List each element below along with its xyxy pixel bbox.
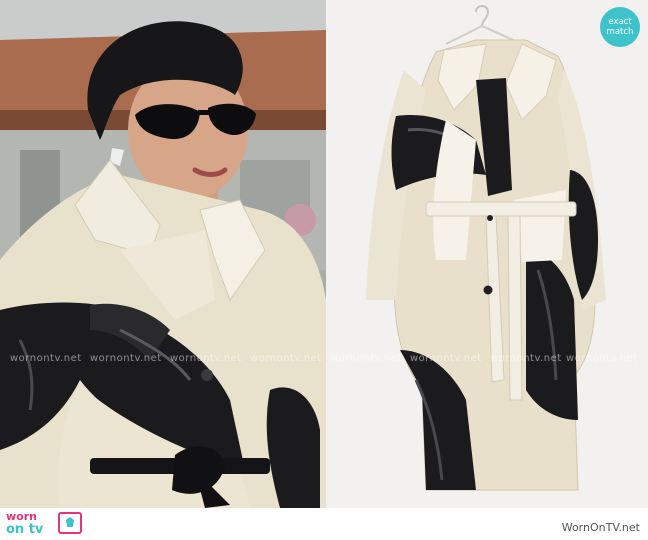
tv-still-illustration <box>0 0 326 508</box>
exact-match-line1: exact <box>608 17 632 27</box>
wornontv-logo[interactable]: worn on tv <box>4 510 84 538</box>
logo-word-ontv: on tv <box>6 522 44 537</box>
tv-dress-icon <box>58 512 82 534</box>
tv-still-photo <box>0 0 326 508</box>
exact-match-badge: exact match <box>600 7 640 47</box>
site-name: WornOnTV.net <box>561 521 640 534</box>
collage: exact match wornontv.net wornontv.net wo… <box>0 0 648 540</box>
footer-bar: worn on tv WornOnTV.net <box>0 508 648 540</box>
product-photo <box>326 0 648 508</box>
trench-coat-illustration <box>326 0 648 508</box>
exact-match-line2: match <box>606 27 634 37</box>
